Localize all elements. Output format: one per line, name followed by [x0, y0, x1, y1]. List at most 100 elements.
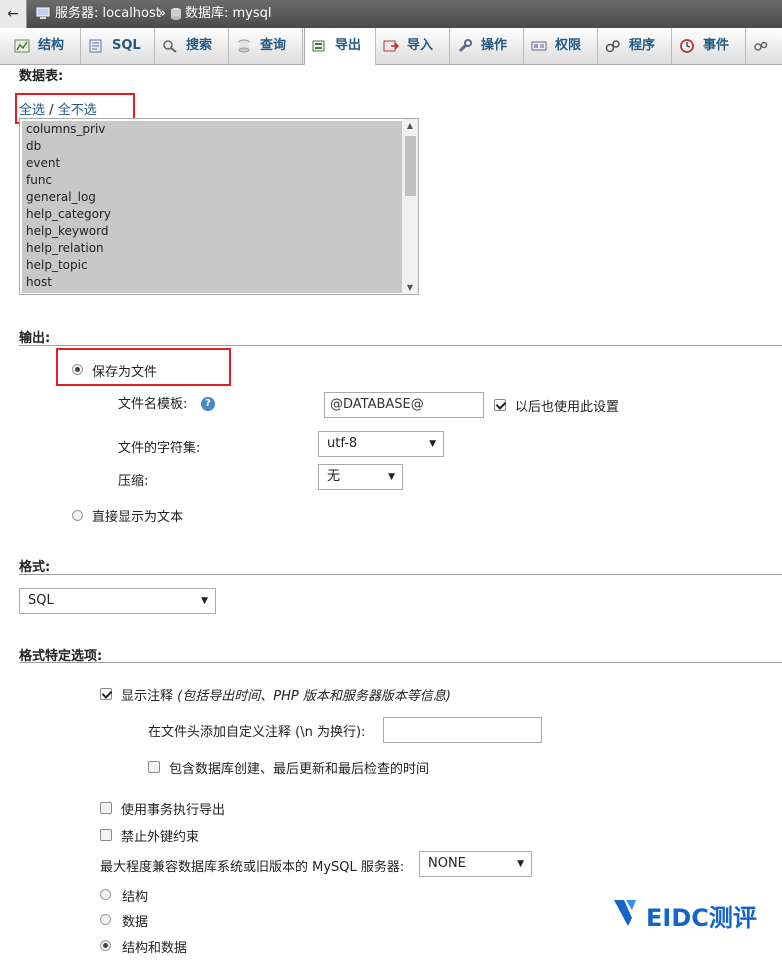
filename-template-label: 文件名模板: — [118, 397, 188, 412]
use-transaction-checkbox[interactable] — [100, 802, 112, 814]
dropdown-caret-icon: ▼ — [388, 472, 395, 482]
scrollbar-thumb[interactable] — [405, 136, 416, 196]
format-select[interactable]: SQL ▼ — [19, 588, 216, 614]
tab-structure[interactable]: 结构 — [8, 28, 81, 64]
tab-more[interactable] — [747, 28, 782, 64]
tab-operations-label: 操作 — [481, 38, 508, 53]
tab-routines-label: 程序 — [629, 38, 656, 53]
custom-header-label: 在文件头添加自定义注释 (\n 为换行): — [148, 725, 366, 740]
compat-select[interactable]: NONE ▼ — [419, 851, 532, 877]
routines-icon — [605, 39, 620, 52]
compression-select[interactable]: 无 ▼ — [318, 464, 403, 490]
format-divider — [19, 574, 782, 575]
list-item[interactable]: help_category — [22, 206, 402, 223]
save-as-file-radio[interactable] — [72, 364, 83, 375]
breadcrumb-bar: ← 服务器: localhost » 数据库: mysql — [0, 0, 782, 28]
list-item[interactable]: event — [22, 155, 402, 172]
filename-template-input[interactable]: @DATABASE@ — [324, 392, 484, 418]
list-item[interactable]: host — [22, 274, 402, 291]
dump-structure-data-radio[interactable] — [100, 940, 111, 951]
list-item[interactable]: help_relation — [22, 240, 402, 257]
remember-template-checkbox[interactable] — [494, 399, 506, 411]
tab-sql-label: SQL — [112, 38, 141, 53]
include-timestamps-label: 包含数据库创建、最后更新和最后检查的时间 — [169, 762, 430, 777]
back-arrow-icon[interactable]: ← — [0, 0, 27, 28]
show-as-text-radio[interactable] — [72, 510, 83, 521]
dropdown-caret-icon: ▼ — [429, 439, 436, 449]
show-comments-note: (包括导出时间、PHP 版本和服务器版本等信息) — [177, 689, 451, 704]
output-section-title: 输出: — [19, 331, 51, 346]
watermark-v-icon — [614, 900, 636, 926]
tab-operations[interactable]: 操作 — [451, 28, 524, 64]
list-item[interactable]: general_log — [22, 189, 402, 206]
tab-import[interactable]: 导入 — [377, 28, 450, 64]
tab-query-label: 查询 — [260, 38, 287, 53]
breadcrumb-database[interactable]: 数据库: mysql — [170, 0, 272, 28]
dump-structure-data-label: 结构和数据 — [122, 941, 188, 956]
tab-events[interactable]: 事件 — [673, 28, 746, 64]
database-icon — [171, 7, 181, 20]
dump-structure-radio[interactable] — [100, 889, 111, 900]
tab-routines[interactable]: 程序 — [599, 28, 672, 64]
tables-section-title: 数据表: — [19, 69, 64, 84]
compression-label: 压缩: — [118, 474, 149, 489]
breadcrumb-server-label: 服务器: localhost — [55, 6, 161, 21]
dump-data-label: 数据 — [122, 915, 149, 930]
tab-structure-label: 结构 — [38, 38, 65, 53]
list-item[interactable]: help_topic — [22, 257, 402, 274]
search-icon — [163, 39, 177, 53]
breadcrumb-server[interactable]: 服务器: localhost — [36, 0, 161, 28]
export-icon — [312, 40, 325, 51]
tables-list-items[interactable]: columns_priv db event func general_log h… — [22, 121, 402, 293]
charset-select-value: utf-8 — [327, 436, 358, 451]
tab-import-label: 导入 — [407, 38, 434, 53]
wrench-icon — [458, 38, 472, 52]
use-transaction-label: 使用事务执行导出 — [121, 803, 226, 818]
dump-data-radio[interactable] — [100, 914, 111, 925]
privileges-icon — [531, 41, 547, 50]
list-item[interactable]: help_keyword — [22, 223, 402, 240]
remember-template-label: 以后也使用此设置 — [515, 400, 620, 415]
format-select-value: SQL — [28, 593, 54, 608]
compat-label: 最大程度兼容数据库系统或旧版本的 MySQL 服务器: — [100, 860, 405, 875]
dump-structure-label: 结构 — [122, 890, 149, 905]
tables-listbox[interactable]: columns_priv db event func general_log h… — [19, 118, 419, 295]
list-item[interactable]: db — [22, 138, 402, 155]
select-all-link[interactable]: 全选 — [19, 103, 45, 118]
dropdown-caret-icon: ▼ — [201, 596, 208, 606]
show-as-text-label: 直接显示为文本 — [92, 510, 184, 525]
tab-export-label: 导出 — [335, 38, 362, 53]
structure-icon — [14, 39, 30, 52]
tab-query[interactable]: 查询 — [230, 28, 303, 64]
disable-fk-label: 禁止外键约束 — [121, 830, 200, 845]
show-comments-checkbox[interactable] — [100, 688, 112, 700]
custom-header-input[interactable] — [383, 717, 542, 743]
more-gears-icon — [754, 41, 768, 51]
tab-events-label: 事件 — [703, 38, 730, 53]
sql-icon — [89, 39, 102, 52]
scroll-down-arrow-icon[interactable]: ▼ — [402, 283, 418, 292]
scroll-up-arrow-icon[interactable]: ▲ — [402, 121, 418, 130]
compression-select-value: 无 — [327, 469, 341, 484]
tab-privileges[interactable]: 权限 — [525, 28, 598, 64]
charset-label: 文件的字符集: — [118, 441, 201, 456]
include-timestamps-checkbox[interactable] — [148, 761, 160, 773]
clock-icon — [680, 38, 694, 53]
list-item[interactable]: columns_priv — [22, 121, 402, 138]
output-divider — [19, 345, 782, 346]
help-icon[interactable]: ? — [201, 397, 215, 411]
tab-export[interactable]: 导出 — [304, 28, 376, 65]
disable-fk-checkbox[interactable] — [100, 829, 112, 841]
save-as-file-label: 保存为文件 — [92, 365, 158, 380]
import-icon — [383, 40, 399, 51]
unselect-all-link[interactable]: 全不选 — [58, 103, 97, 118]
compat-select-value: NONE — [428, 856, 466, 871]
dropdown-caret-icon: ▼ — [517, 859, 524, 869]
charset-select[interactable]: utf-8 ▼ — [318, 431, 444, 457]
tab-search[interactable]: 搜索 — [156, 28, 229, 64]
format-section-title: 格式: — [19, 560, 51, 575]
list-item[interactable]: func — [22, 172, 402, 189]
query-icon — [238, 39, 250, 52]
tab-sql[interactable]: SQL — [82, 28, 155, 64]
tables-list-scrollbar[interactable]: ▲ ▼ — [402, 119, 418, 294]
